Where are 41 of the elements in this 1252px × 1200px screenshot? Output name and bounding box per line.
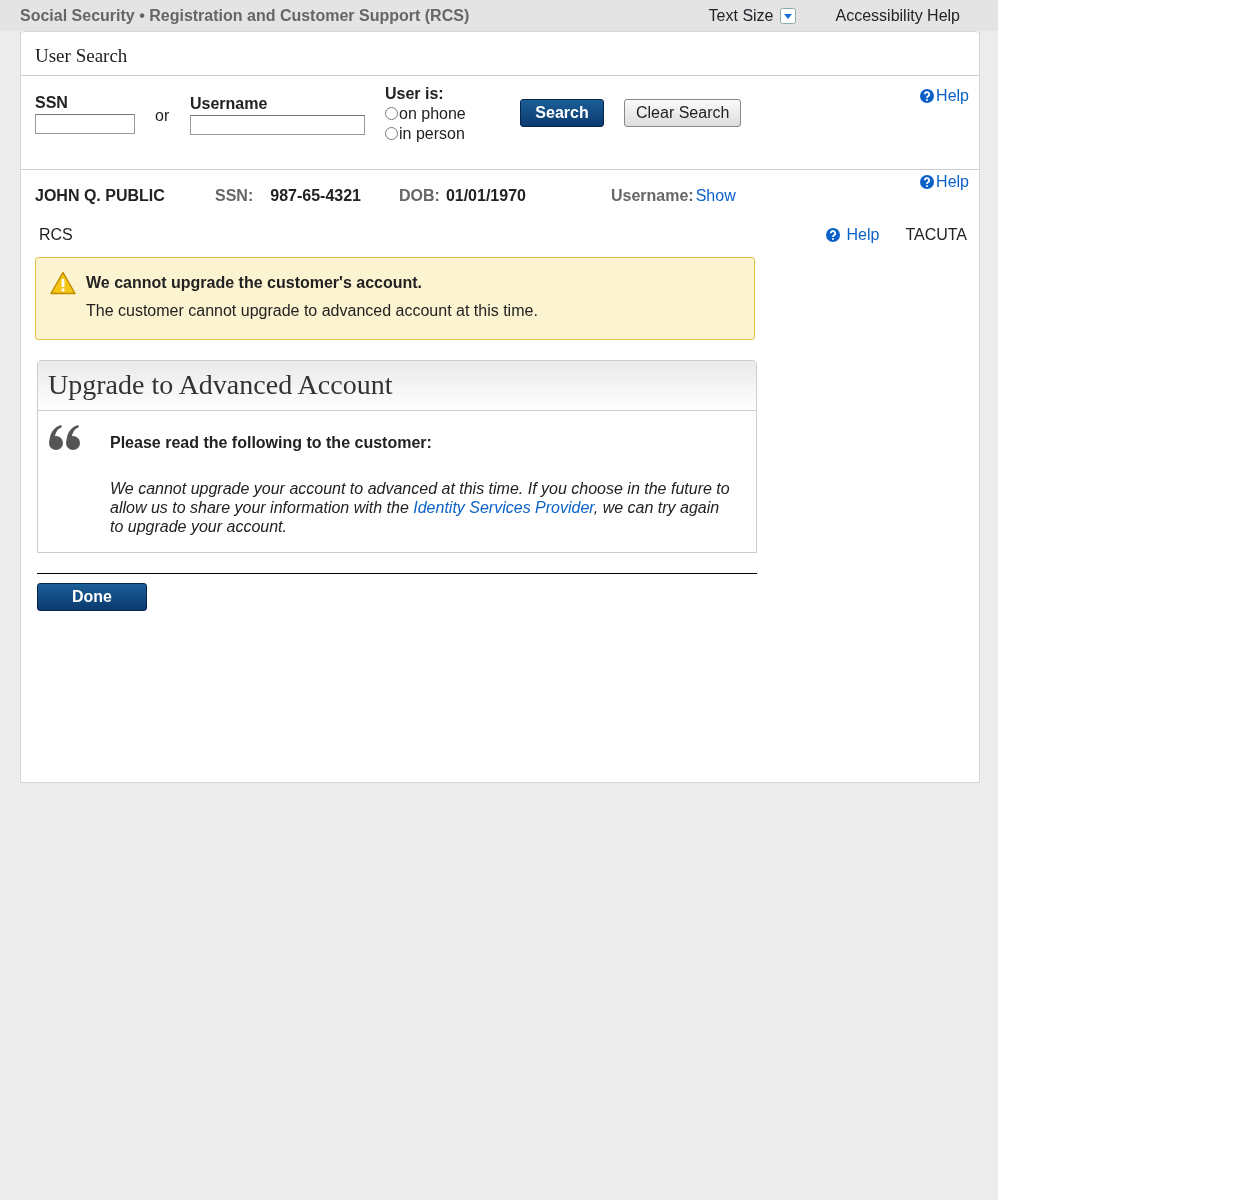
done-button[interactable]: Done [37,583,147,611]
radio-button[interactable] [385,107,398,120]
alert-message: The customer cannot upgrade to advanced account at this time. [86,301,538,321]
username-field[interactable] [190,115,365,135]
identity-services-provider-link[interactable]: Identity Services Provider [413,499,594,516]
search-button[interactable]: Search [520,99,604,127]
script-paragraph: We cannot upgrade your account to advanced at this time. If you choose in the future to allow us to share your information with the Identity Services Provider, we can try again to upgrade your account. [110,479,731,536]
user-is-label: User is: [385,84,445,104]
username-label: Username: [610,186,694,206]
help-icon [920,89,935,103]
dropdown-icon[interactable] [779,7,796,24]
accessibility-help-link[interactable]: Accessibility Help [835,3,960,28]
dob-value: 01/01/1970 [445,186,526,206]
radio-button[interactable] [385,127,398,140]
help-link[interactable]: Help [826,223,880,247]
ssn-value: 987-65-4321 [270,186,361,206]
instruction-text: Please read the following to the customer: [110,433,433,453]
help-icon [826,228,841,242]
dob-label: DOB: [399,186,440,206]
or-text: or [155,107,170,124]
site-title: Social Security • Registration and Customer Support (RCS) [20,5,470,26]
quote-icon [48,423,82,451]
help-icon [920,175,935,189]
ssn-label: SSN: [215,186,254,206]
clear-search-button[interactable]: Clear Search [624,99,742,127]
help-link[interactable]: Help [920,84,969,108]
user-id: TACUTA [905,225,967,245]
app-label: RCS [39,225,73,245]
help-link[interactable]: Help [920,170,969,194]
alert-title: We cannot upgrade the customer's account. [86,273,423,293]
customer-name: JOHN Q. PUBLIC [35,186,166,206]
ssn-field[interactable] [35,114,135,134]
warning-icon [50,271,76,295]
text-size-link[interactable]: Text Size [708,3,774,28]
ssn-label: SSN [35,94,69,112]
radio-option[interactable]: on phone [385,104,520,124]
username-label: Username [190,95,269,113]
card-title: Upgrade to Advanced Account [48,369,393,400]
show-username-link[interactable]: Show [695,184,736,208]
panel-title: User Search [35,45,128,66]
radio-option[interactable]: in person [385,124,520,144]
